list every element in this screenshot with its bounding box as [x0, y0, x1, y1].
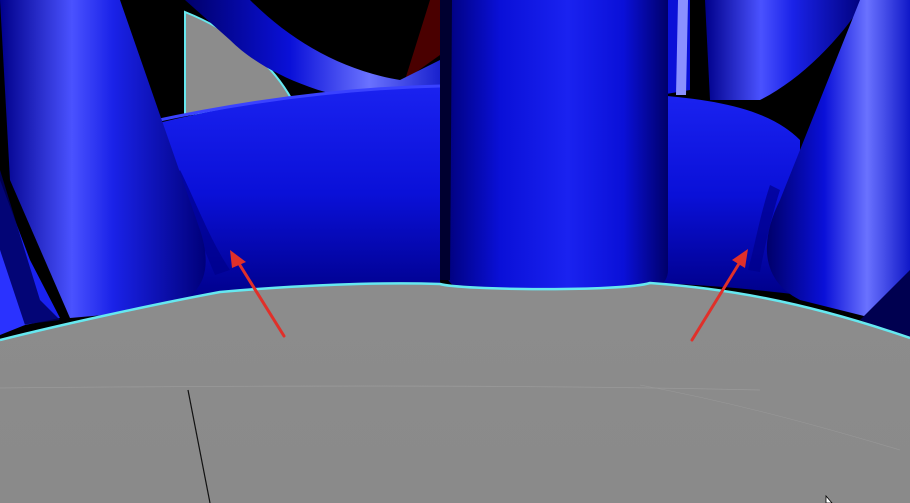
- viewport-canvas[interactable]: [0, 0, 910, 503]
- central-post-shadow-left: [440, 0, 452, 280]
- central-post: [445, 0, 668, 290]
- section-plane: [0, 283, 910, 503]
- 3d-viewport[interactable]: [0, 0, 910, 503]
- back-strut-right-highlight: [676, 0, 688, 95]
